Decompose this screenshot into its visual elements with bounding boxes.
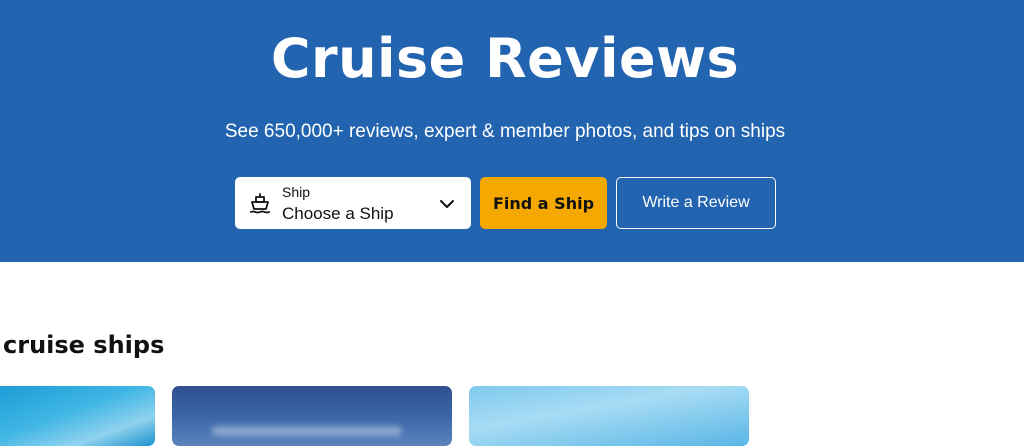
page-title: Cruise Reviews xyxy=(270,27,740,90)
find-ship-button[interactable]: Find a Ship xyxy=(480,177,607,229)
hero-banner: Cruise Reviews See 650,000+ reviews, exp… xyxy=(0,0,1024,262)
ship-select-dropdown[interactable]: Ship Choose a Ship xyxy=(235,177,471,229)
ship-field-label: Ship xyxy=(282,184,311,200)
hero-subtitle: See 650,000+ reviews, expert & member ph… xyxy=(224,121,786,142)
chevron-down-icon xyxy=(438,196,456,210)
ship-icon xyxy=(249,192,271,214)
ship-card-image[interactable] xyxy=(172,386,452,446)
ship-select-value: Choose a Ship xyxy=(282,204,394,223)
section-heading: cruise ships xyxy=(3,331,165,359)
write-review-button[interactable]: Write a Review xyxy=(616,177,776,229)
ship-card-image[interactable] xyxy=(0,386,155,446)
ship-card-image[interactable] xyxy=(469,386,749,446)
